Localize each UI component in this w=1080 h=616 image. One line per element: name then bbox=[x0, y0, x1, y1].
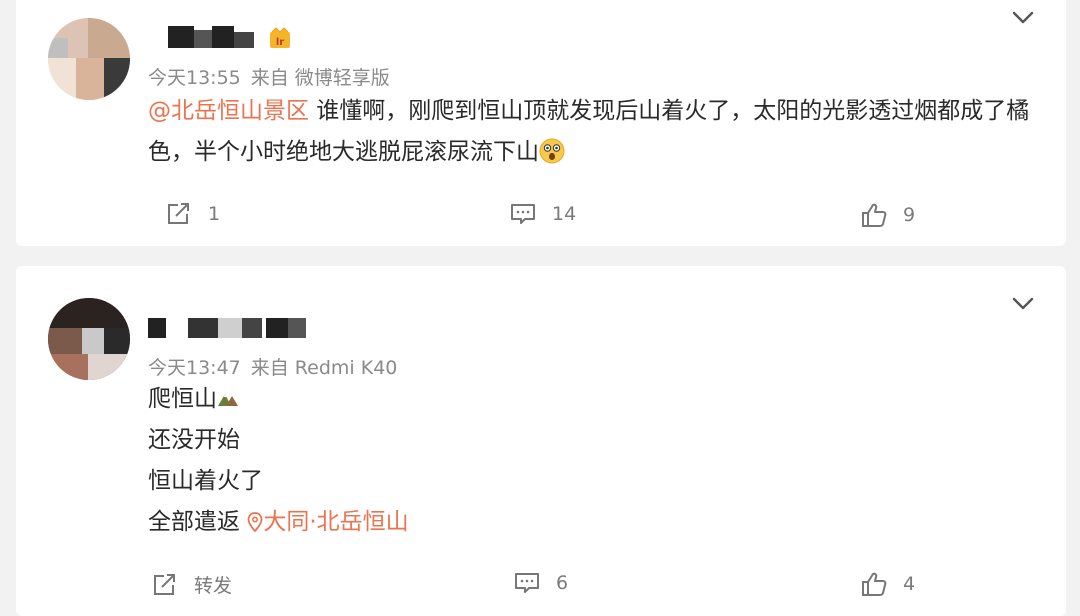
comment-text: 爬恒山 还没开始 恒山着火了 全部遣返 大同·北岳恒山 bbox=[148, 379, 1048, 543]
avatar[interactable] bbox=[48, 298, 130, 380]
thumbs-up-icon bbox=[862, 203, 887, 227]
comment-text: @北岳恒山景区 谁懂啊，刚爬到恒山顶就发现后山着火了，太阳的光影透过烟都成了橘 … bbox=[148, 91, 1048, 173]
comment-time: 今天13:55 bbox=[148, 67, 241, 89]
like-count: 4 bbox=[903, 573, 916, 595]
comment-source: 来自 微博轻享版 bbox=[250, 67, 390, 89]
comment-meta: 今天13:55 来自 微博轻享版 bbox=[148, 63, 400, 90]
repost-button[interactable]: 转发 bbox=[152, 571, 232, 598]
comment-text-line: 全部遣返 bbox=[148, 509, 240, 535]
mountain-icon bbox=[218, 394, 238, 406]
comment-button[interactable]: 14 bbox=[510, 202, 576, 226]
location-link[interactable]: 大同·北岳恒山 bbox=[247, 509, 409, 535]
comment-meta: 今天13:47 来自 Redmi K40 bbox=[148, 353, 407, 380]
comment-icon bbox=[511, 204, 535, 224]
repost-count: 1 bbox=[208, 203, 221, 225]
repost-button[interactable]: 1 bbox=[166, 202, 220, 226]
username-redacted[interactable] bbox=[148, 316, 328, 344]
comment-button[interactable]: 6 bbox=[514, 571, 568, 595]
location-label: 大同·北岳恒山 bbox=[263, 509, 409, 535]
comment-count: 6 bbox=[556, 572, 569, 594]
comment-text-line: 谁懂啊，刚爬到恒山顶就发现后山着火了，太阳的光影透过烟都成了橘 bbox=[309, 98, 1030, 124]
avatar[interactable] bbox=[48, 18, 130, 100]
share-icon bbox=[168, 203, 189, 224]
share-icon bbox=[154, 573, 175, 595]
comment-card: 今天13:47 来自 Redmi K40 爬恒山 还没开始 恒山着火了 全部遣返 … bbox=[16, 266, 1066, 616]
chevron-down-icon[interactable] bbox=[1012, 296, 1034, 312]
comment-time: 今天13:47 bbox=[148, 357, 241, 379]
thumbs-up-icon bbox=[862, 572, 887, 596]
like-count: 9 bbox=[903, 204, 916, 226]
like-button[interactable]: 9 bbox=[861, 202, 915, 228]
username-redacted[interactable] bbox=[168, 26, 258, 54]
comment-count: 14 bbox=[552, 203, 577, 225]
vip-badge-icon[interactable]: lr bbox=[268, 26, 292, 50]
location-pin-icon bbox=[247, 512, 263, 532]
svg-text:lr: lr bbox=[276, 37, 284, 48]
like-button[interactable]: 4 bbox=[861, 571, 915, 597]
repost-label: 转发 bbox=[194, 575, 233, 597]
comment-source: 来自 Redmi K40 bbox=[250, 357, 398, 379]
comment-text-line: 还没开始 bbox=[148, 427, 240, 453]
comment-icon bbox=[515, 573, 539, 593]
chevron-down-icon[interactable] bbox=[1012, 10, 1034, 26]
comment-card: lr 今天13:55 来自 微博轻享版 @北岳恒山景区 谁懂啊，刚爬到恒山顶就发现… bbox=[16, 0, 1066, 246]
comment-text-line: 爬恒山 bbox=[148, 386, 217, 412]
shocked-face-icon bbox=[539, 138, 565, 164]
comment-text-line: 色，半个小时绝地大逃脱屁滚尿流下山 bbox=[148, 139, 539, 165]
mention-link[interactable]: @北岳恒山景区 bbox=[148, 98, 309, 124]
comment-text-line: 恒山着火了 bbox=[148, 468, 263, 494]
